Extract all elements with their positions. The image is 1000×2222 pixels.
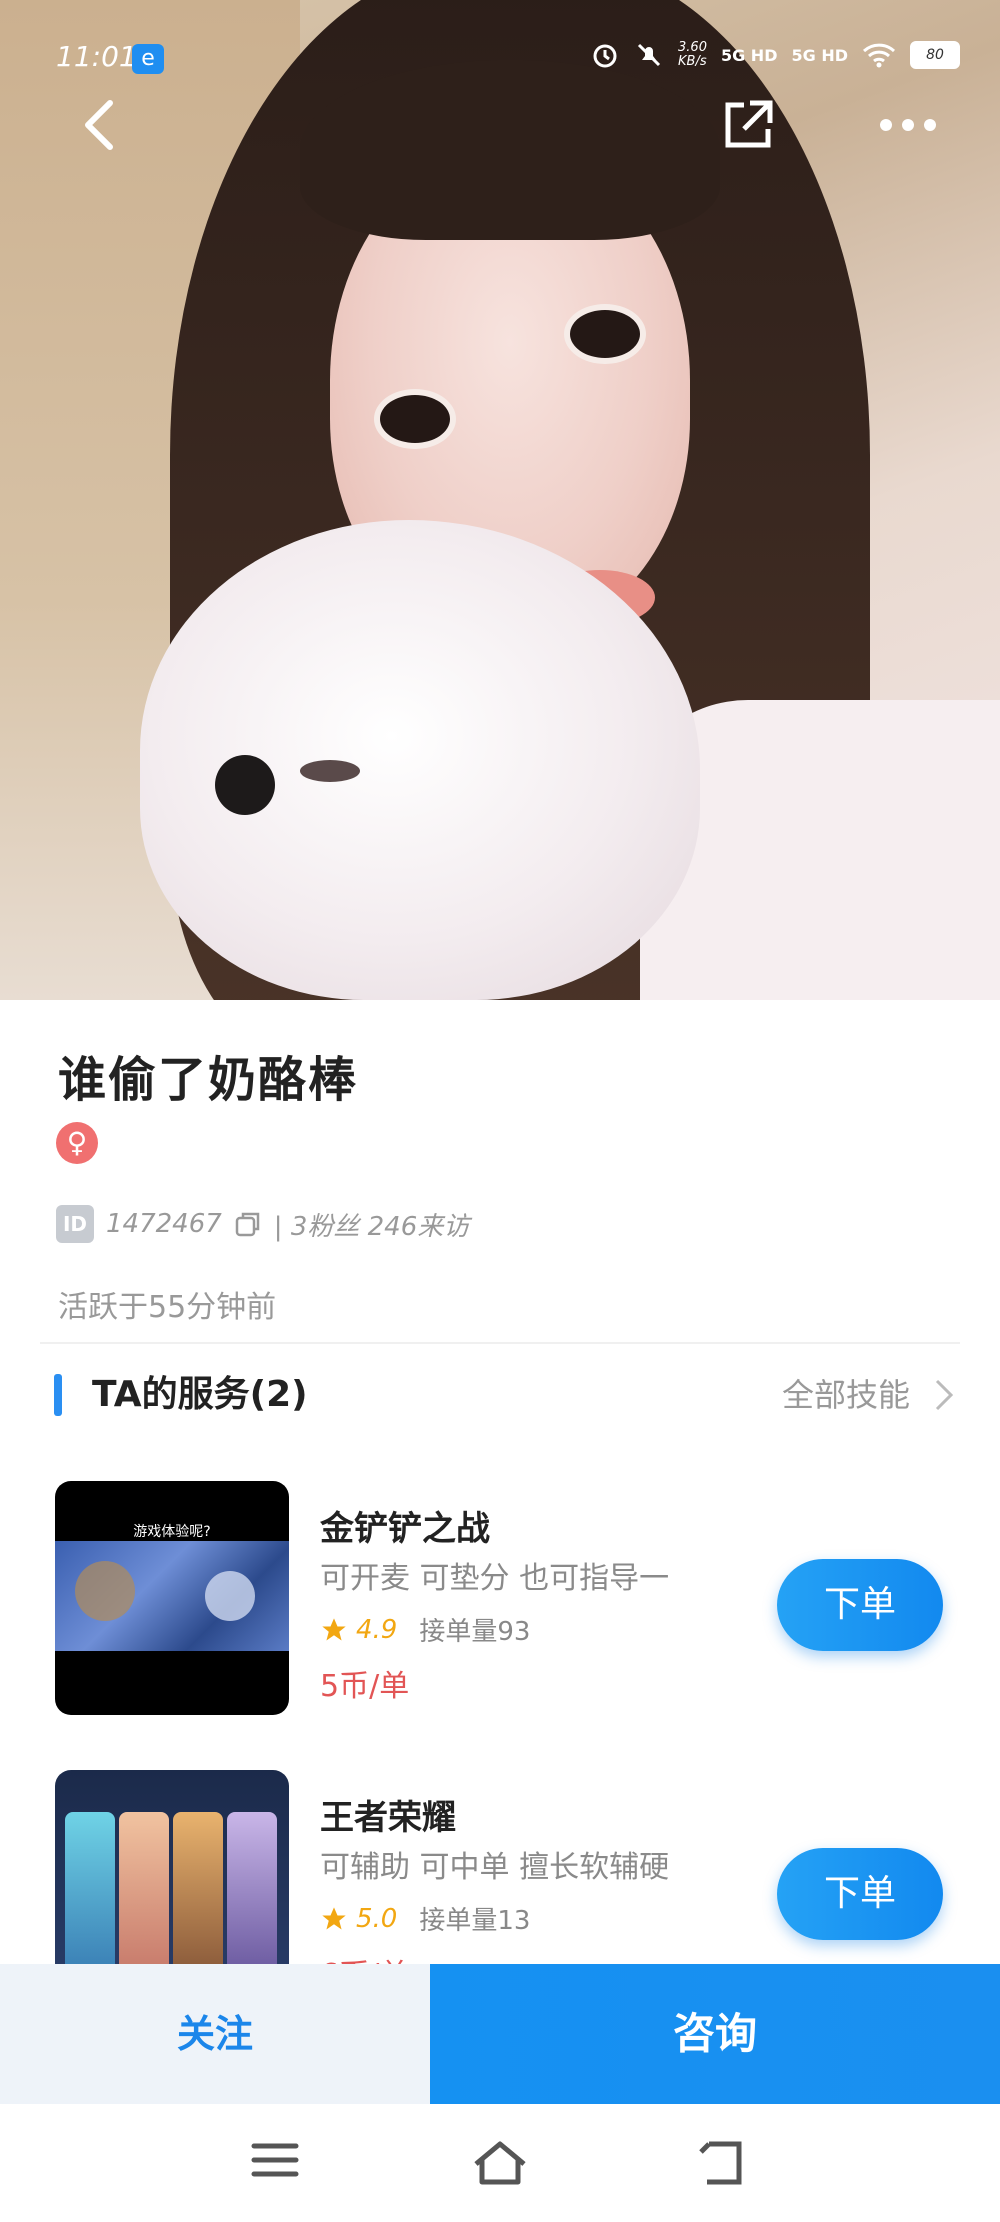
service-item-jcc[interactable]: 游戏体验呢? 金铲铲之战 可开麦 可垫分 也可指导一 4.9 接单量93 5币/…	[55, 1481, 955, 1717]
divider	[40, 1342, 960, 1344]
star-icon	[322, 1906, 346, 1929]
return-icon	[699, 2141, 742, 2185]
star-icon	[322, 1617, 346, 1640]
profile-stats: | 3粉丝 246来访	[273, 1211, 470, 1242]
all-skills-link[interactable]: 全部技能	[782, 1370, 954, 1420]
battery-indicator: 80	[910, 41, 960, 69]
consult-button[interactable]: 咨询	[430, 1964, 1000, 2104]
back-button[interactable]	[70, 95, 130, 155]
home-icon	[474, 2141, 526, 2185]
share-button[interactable]	[718, 95, 778, 155]
alarm-icon	[593, 44, 617, 68]
id-row: ID 1472467 | 3粉丝 246来访	[56, 1202, 469, 1246]
system-navigation-bar	[0, 2104, 1000, 2222]
profile-cover-photo	[0, 0, 1000, 1000]
active-status: 活跃于55分钟前	[58, 1290, 277, 1325]
mute-icon	[637, 43, 661, 67]
all-skills-label: 全部技能	[781, 1376, 910, 1414]
status-time: 11:01	[56, 40, 137, 73]
status-icons: 3.60 KB/s 5G HD 5G HD 80	[590, 40, 960, 70]
status-bar: 11:01 e 3.60 KB/s 5G HD 5G HD 80	[0, 0, 1000, 120]
order-count: 接单量93	[419, 1617, 531, 1647]
service-description: 可辅助 可中单 擅长软辅硬	[320, 1850, 670, 1885]
service-title: 王者荣耀	[320, 1798, 456, 1838]
network-speed: 3.60 KB/s	[678, 40, 707, 69]
service-rating: 5.0 接单量13	[320, 1900, 530, 1937]
back-icon	[85, 100, 113, 150]
more-button[interactable]	[858, 95, 958, 155]
user-id: 1472467	[106, 1209, 222, 1239]
thumbnail-caption: 游戏体验呢?	[133, 1524, 211, 1540]
follow-button[interactable]: 关注	[0, 1964, 430, 2104]
service-description: 可开麦 可垫分 也可指导一	[320, 1561, 670, 1596]
signal-5g-2: 5G HD	[791, 45, 848, 65]
signal-5g-1: 5G HD	[720, 45, 778, 65]
rating-score: 4.9	[356, 1614, 398, 1645]
gender-female-icon: ♀	[56, 1122, 98, 1164]
copy-icon[interactable]	[234, 1210, 262, 1238]
bottom-action-bar: 关注 咨询	[0, 1964, 1000, 2104]
service-title: 金铲铲之战	[320, 1509, 490, 1549]
more-icon	[880, 119, 936, 131]
order-button[interactable]: 下单	[777, 1848, 943, 1940]
return-button[interactable]	[695, 2138, 755, 2188]
section-accent-bar	[54, 1374, 62, 1416]
order-button[interactable]: 下单	[777, 1559, 943, 1651]
wifi-icon	[862, 43, 896, 68]
menu-icon	[251, 2143, 299, 2177]
id-badge: ID	[56, 1205, 94, 1243]
home-button[interactable]	[470, 2138, 530, 2188]
app-notification-icon: e	[132, 44, 164, 74]
services-header: TA的服务(2) 全部技能	[54, 1370, 954, 1420]
service-thumbnail: 游戏体验呢?	[55, 1481, 289, 1715]
order-count: 接单量13	[419, 1906, 531, 1936]
rating-score: 5.0	[356, 1903, 398, 1934]
service-price: 5币/单	[320, 1669, 410, 1704]
menu-button[interactable]	[250, 2138, 310, 2188]
profile-name: 谁偷了奶酪棒	[58, 1052, 359, 1108]
services-title: TA的服务(2)	[92, 1374, 308, 1415]
share-icon	[725, 100, 773, 148]
chevron-right-icon	[935, 1379, 954, 1411]
service-rating: 4.9 接单量93	[320, 1611, 530, 1648]
